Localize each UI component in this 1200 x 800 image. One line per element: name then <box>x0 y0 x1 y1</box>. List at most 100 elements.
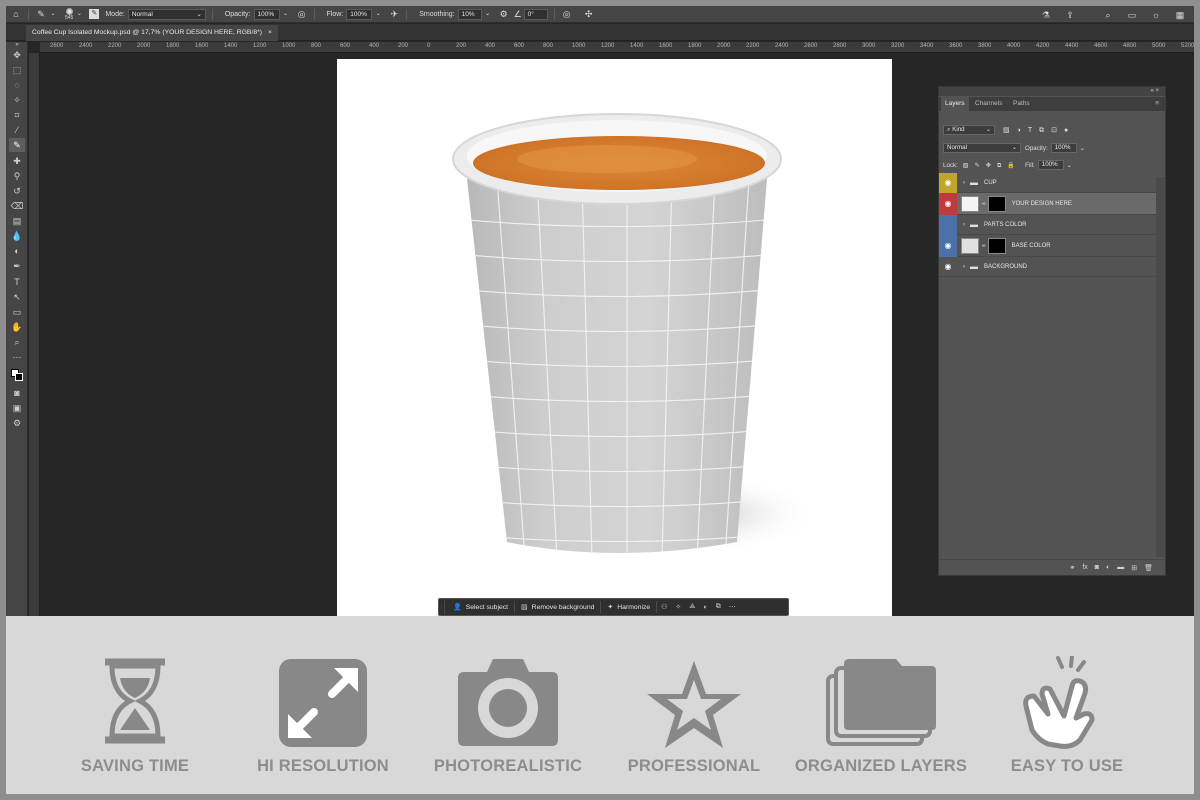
brush-preset-picker[interactable]: 545 <box>65 7 73 21</box>
document-canvas[interactable] <box>337 59 892 616</box>
drag-handle-icon[interactable]: ⋮ <box>439 600 445 614</box>
menu-icon[interactable]: ▦ <box>1174 10 1186 20</box>
lock-icons[interactable]: ▨✎✥⧉🔒 <box>963 161 1021 170</box>
trash-icon[interactable]: 🗑 <box>1144 564 1153 572</box>
magic-icon[interactable]: ✧ <box>671 603 685 611</box>
crop-tool-icon[interactable]: ⌗ <box>9 108 25 122</box>
visibility-eye-icon[interactable]: ◉ <box>939 192 957 215</box>
eyedropper-tool-icon[interactable]: ⁄ <box>9 123 25 137</box>
document-tab[interactable]: Coffee Cup Isolated Mockup.psd @ 17,7% (… <box>26 25 279 41</box>
chevron-down-icon[interactable]: ⌄ <box>372 9 384 19</box>
filter-icons[interactable]: ▨◑T⧉⊡● <box>1003 126 1075 135</box>
symmetry-icon[interactable]: ✣ <box>583 9 595 19</box>
hand-tool-icon[interactable]: ✋ <box>9 320 25 334</box>
remove-background-button[interactable]: ▨ Remove background <box>515 601 602 613</box>
layer-row-base-color[interactable]: ◉ ∞ BASE COLOR <box>939 234 1157 257</box>
chevron-right-icon[interactable]: › <box>963 180 965 186</box>
chevron-down-icon[interactable]: ⌄ <box>482 9 494 19</box>
chevron-down-icon[interactable]: ⌄ <box>280 9 292 19</box>
shape-tool-icon[interactable]: ▭ <box>9 305 25 319</box>
clone-stamp-tool-icon[interactable]: ⚲ <box>9 169 25 183</box>
visibility-eye-icon[interactable]: ◉ <box>939 257 957 277</box>
mask-icon[interactable]: ⧉ <box>712 603 725 611</box>
tab-paths[interactable]: Paths <box>1009 97 1034 111</box>
layer-opacity-input[interactable]: 100% <box>1050 143 1077 153</box>
screen-mode-icon[interactable]: ▣ <box>9 401 25 415</box>
more-tools-icon[interactable]: ⋯ <box>9 350 25 364</box>
foreground-background-color-icon[interactable] <box>9 368 25 382</box>
share-icon[interactable]: ⇪ <box>1064 10 1076 20</box>
brush-tool-icon[interactable]: ✎ <box>35 9 47 19</box>
panel-collapse-icon[interactable]: « × <box>939 87 1165 96</box>
new-layer-icon[interactable]: ⊞ <box>1131 564 1137 572</box>
panel-menu-icon[interactable]: ≡ <box>1151 97 1163 111</box>
flow-input[interactable]: 100% <box>346 8 373 20</box>
chevron-down-icon[interactable]: ⌄ <box>1080 145 1085 152</box>
transform-icon[interactable]: ⟁ <box>685 603 699 611</box>
workspace-icon[interactable]: ▭ <box>1126 10 1138 20</box>
pressure-size-icon[interactable]: ◎ <box>561 9 573 19</box>
home-icon[interactable]: ⌂ <box>10 9 22 19</box>
pen-tool-icon[interactable]: ✒ <box>9 259 25 273</box>
type-tool-icon[interactable]: T <box>9 275 25 289</box>
chevron-down-icon[interactable]: ⌄ <box>47 9 59 19</box>
visibility-hidden-icon[interactable] <box>939 214 957 235</box>
add-mask-icon[interactable]: ◙ <box>1095 564 1099 571</box>
filter-kind-select[interactable]: ⌕ Kind ⌄ <box>943 125 995 135</box>
adjustment-layer-icon[interactable]: ◐ <box>1106 564 1110 571</box>
tab-channels[interactable]: Channels <box>971 97 1006 111</box>
fill-input[interactable]: 100% <box>1037 160 1064 170</box>
angle-input[interactable]: 0° <box>523 8 548 20</box>
opacity-input[interactable]: 100% <box>253 8 280 20</box>
quick-mask-icon[interactable]: ◙ <box>9 386 25 400</box>
dodge-tool-icon[interactable]: ◐ <box>9 244 25 258</box>
select-subject-button[interactable]: 👤 Select subject <box>447 601 516 613</box>
chevron-down-icon[interactable]: ⌄ <box>73 9 85 19</box>
tab-layers[interactable]: Layers <box>941 97 969 111</box>
pressure-opacity-icon[interactable]: ◎ <box>296 9 308 19</box>
smoothing-label: Smoothing: <box>419 10 455 18</box>
close-icon[interactable]: × <box>268 25 272 41</box>
magic-wand-tool-icon[interactable]: ✧ <box>9 93 25 107</box>
chevron-down-icon[interactable]: ⌄ <box>1067 162 1072 169</box>
gear-icon[interactable]: ⚙ <box>498 9 510 19</box>
move-tool-icon[interactable]: ✥ <box>9 48 25 62</box>
feature-photorealistic: PHOTOREALISTIC <box>413 616 603 794</box>
healing-tool-icon[interactable]: ✚ <box>9 154 25 168</box>
people-icon[interactable]: ⚇ <box>657 603 671 611</box>
adjustment-icon[interactable]: ◐ <box>700 604 712 611</box>
brush-settings-icon[interactable]: ✎ <box>89 9 100 19</box>
chevron-right-icon[interactable]: › <box>963 264 965 270</box>
visibility-eye-icon[interactable]: ◉ <box>939 234 957 257</box>
mode-label: Mode: <box>105 10 125 18</box>
layer-row-cup[interactable]: ◉ › ▬ CUP <box>939 172 1157 193</box>
zoom-tool-icon[interactable]: ⌕ <box>9 335 25 349</box>
search-icon[interactable]: ⌕ <box>1102 10 1114 20</box>
layers-scrollbar[interactable] <box>1156 177 1165 557</box>
harmonize-button[interactable]: ✦ Harmonize <box>601 601 658 613</box>
history-brush-tool-icon[interactable]: ↺ <box>9 184 25 198</box>
edit-toolbar-icon[interactable]: ⚙ <box>9 416 25 430</box>
layer-row-your-design-here[interactable]: ◉ ∞ YOUR DESIGN HERE <box>939 192 1157 215</box>
brush-tool-icon[interactable]: ✎ <box>9 138 25 152</box>
visibility-eye-icon[interactable]: ◉ <box>939 172 957 193</box>
lasso-tool-icon[interactable]: ◌ <box>9 78 25 92</box>
airbrush-icon[interactable]: ✈ <box>388 9 400 19</box>
path-selection-tool-icon[interactable]: ↖ <box>9 290 25 304</box>
brightness-icon[interactable]: ☼ <box>1150 10 1162 20</box>
marquee-tool-icon[interactable]: ⬚ <box>9 63 25 77</box>
layer-row-parts-color[interactable]: › ▬ PARTS COLOR <box>939 214 1157 235</box>
layer-row-background[interactable]: ◉ › ▬ BACKGROUND <box>939 257 1157 277</box>
smoothing-input[interactable]: 10% <box>457 8 482 20</box>
eraser-tool-icon[interactable]: ⌫ <box>9 199 25 213</box>
gradient-tool-icon[interactable]: ▤ <box>9 214 25 228</box>
fx-icon[interactable]: fx <box>1082 564 1087 571</box>
mode-select[interactable]: Normal ⌄ <box>127 8 206 20</box>
blend-mode-select[interactable]: Normal ⌄ <box>943 143 1021 153</box>
link-layers-icon[interactable]: ⚭ <box>1069 564 1075 572</box>
more-options-icon[interactable]: ⋯ <box>725 603 740 611</box>
blur-tool-icon[interactable]: 💧 <box>9 229 25 243</box>
chevron-right-icon[interactable]: › <box>963 222 965 228</box>
flask-icon[interactable]: ⚗ <box>1040 10 1052 20</box>
new-group-icon[interactable]: ▬ <box>1117 564 1124 571</box>
